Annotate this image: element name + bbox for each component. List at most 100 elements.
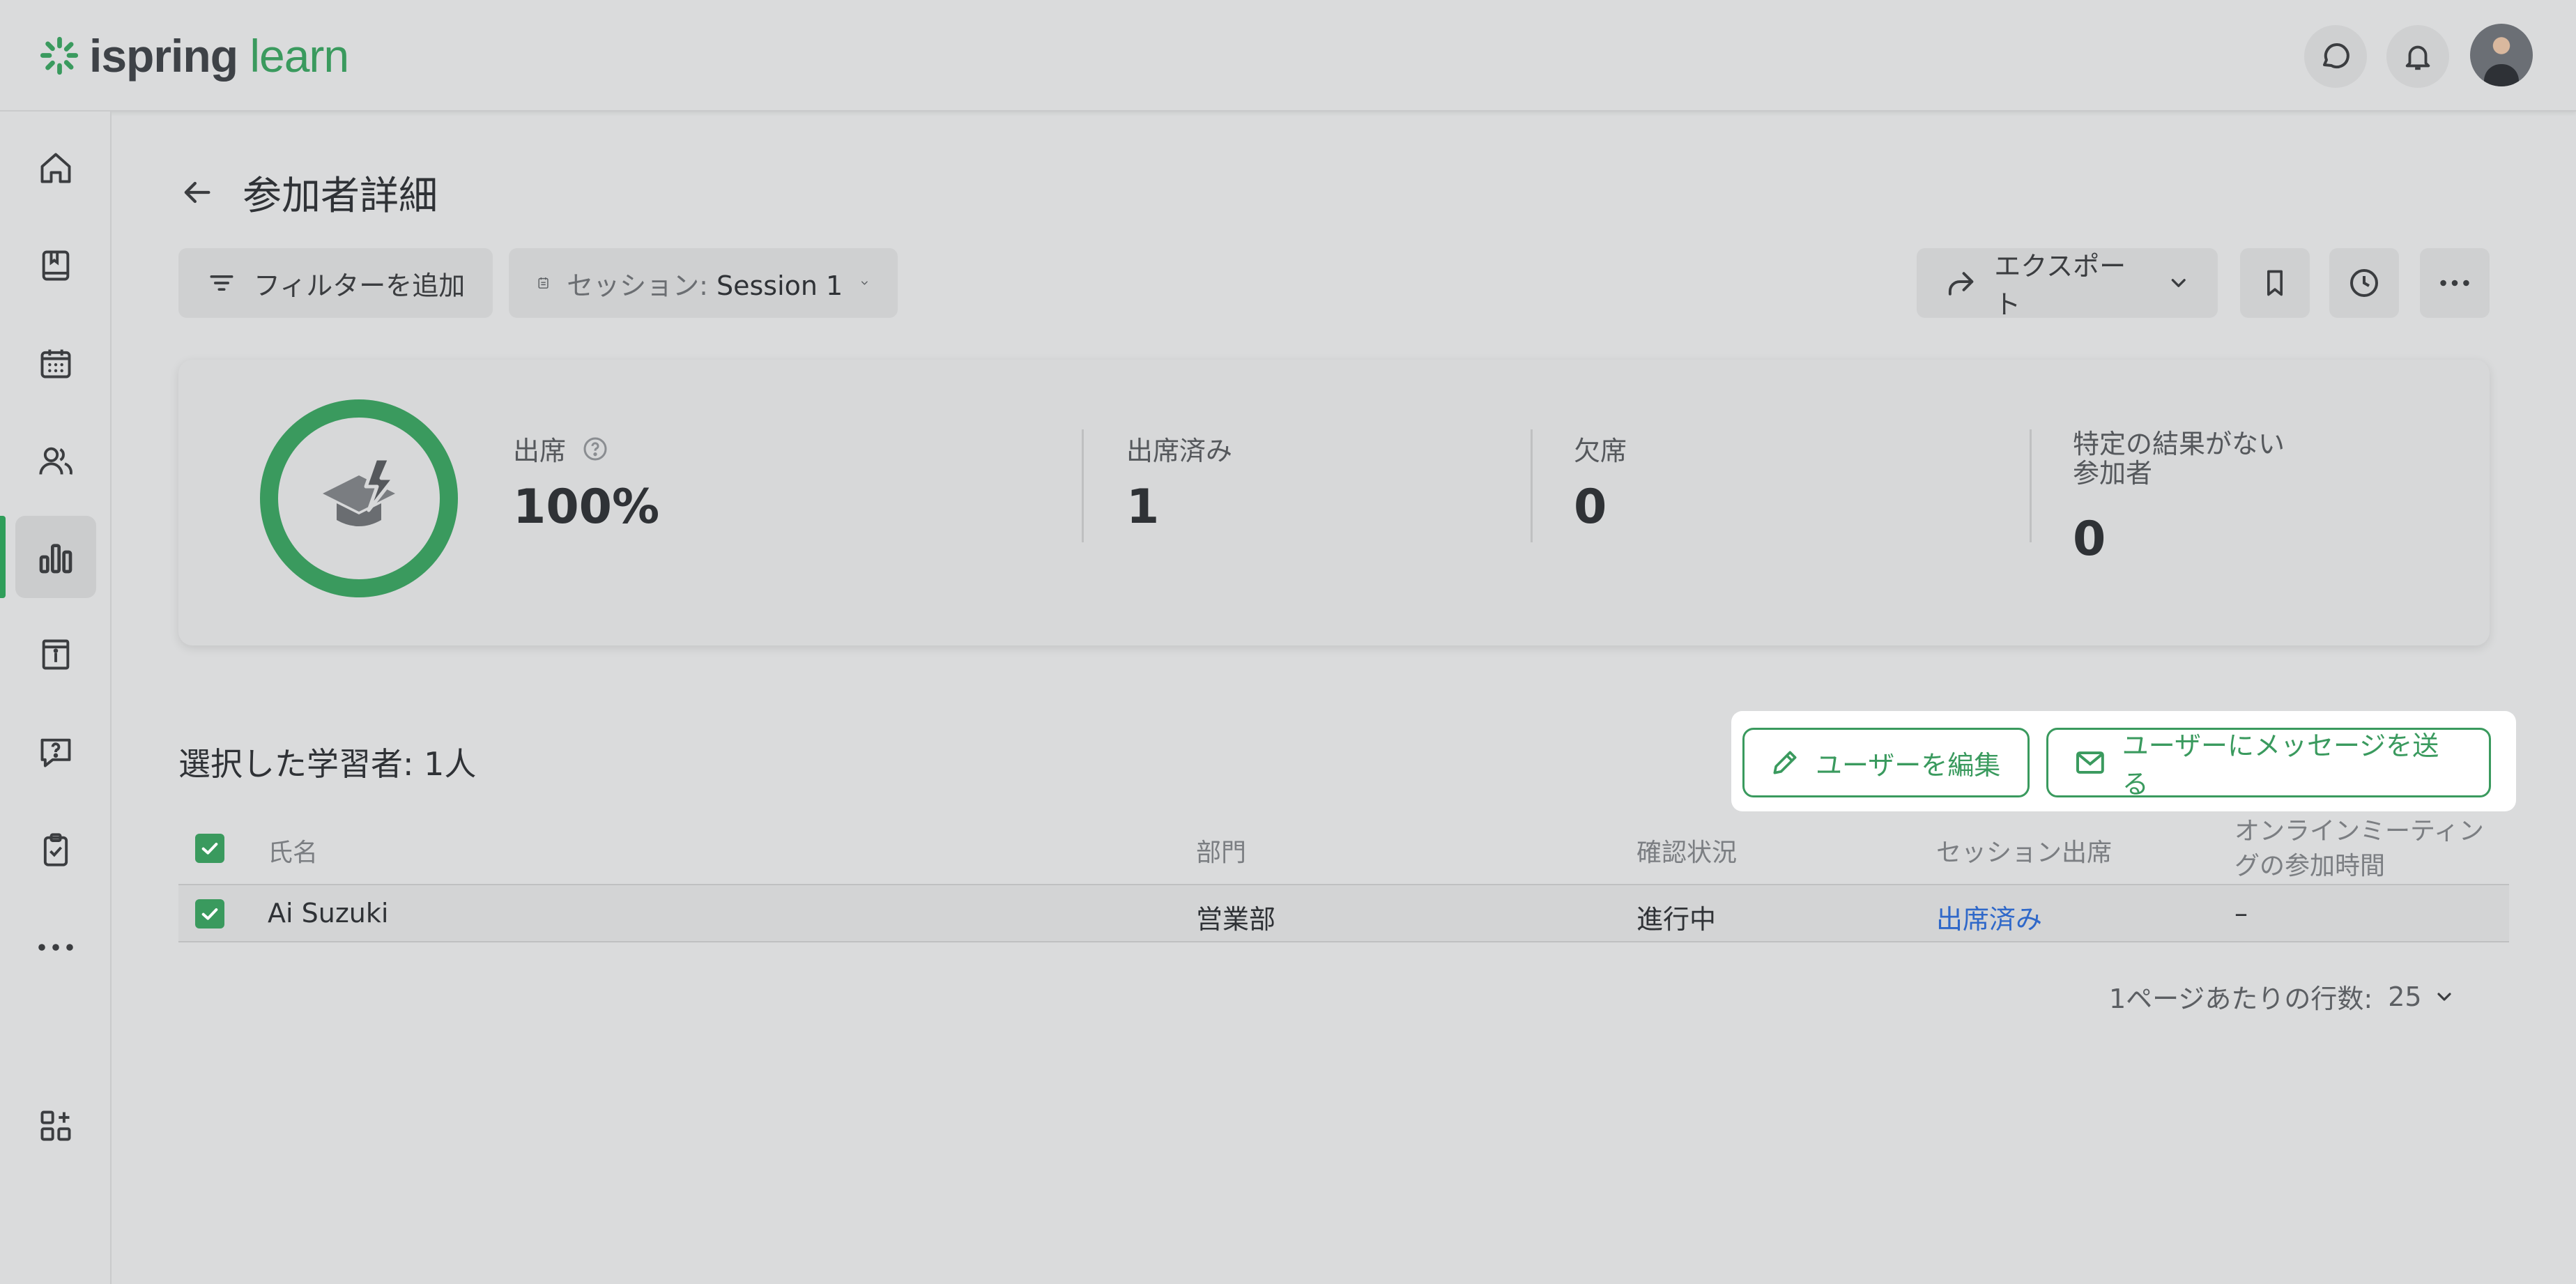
- notifications-button[interactable]: [2386, 25, 2449, 88]
- page-title-row: 参加者詳細: [178, 165, 438, 220]
- stats-divider: [1082, 429, 1084, 542]
- filter-icon: [210, 275, 233, 291]
- session-value: Session 1: [716, 270, 843, 301]
- sidebar: [0, 112, 112, 1284]
- cell-session-attendance-link[interactable]: 出席済み: [1936, 898, 2042, 936]
- logo-word-2: learn: [250, 30, 349, 82]
- check-icon: [201, 908, 218, 920]
- cell-confirmation: 進行中: [1636, 904, 1717, 935]
- table-header: 氏名 部門 確認状況 セッション出席 オンラインミーティン グの参加時間: [178, 814, 2509, 884]
- attendance-label-text: 出席: [513, 436, 567, 466]
- no-result-stat-value: 0: [2073, 512, 2106, 567]
- history-button[interactable]: [2329, 248, 2399, 318]
- session-select[interactable]: セッション: Session 1: [509, 248, 898, 318]
- no-result-label-line1: 特定の結果がない: [2073, 429, 2285, 459]
- export-label: エクスポート: [1994, 251, 2126, 320]
- pencil-icon: [1773, 751, 1797, 774]
- sidebar-active-indicator: [0, 516, 6, 598]
- sidebar-item-info[interactable]: [15, 613, 96, 696]
- online-time-header-line1: オンラインミーティン: [2234, 817, 2484, 846]
- session-prefix: セッション:: [567, 270, 716, 301]
- attendance-ring: [260, 399, 458, 597]
- bell-icon: [2405, 45, 2430, 70]
- sidebar-item-questions[interactable]: [15, 711, 96, 793]
- sidebar-item-tasks[interactable]: [15, 809, 96, 891]
- graduation-cap-icon: [323, 457, 396, 526]
- message-user-button[interactable]: ユーザーにメッセージを送る: [2046, 728, 2491, 800]
- sidebar-item-home[interactable]: [15, 127, 96, 209]
- add-filter-label: フィルターを追加: [254, 270, 466, 301]
- sidebar-item-users[interactable]: [15, 420, 96, 502]
- column-header-name[interactable]: 氏名: [268, 832, 318, 869]
- rows-per-page: 1ページあたりの行数: 25: [2109, 977, 2455, 1016]
- sidebar-item-library[interactable]: [15, 224, 96, 307]
- edit-user-label: ユーザーを編集: [1816, 749, 2001, 781]
- book-icon: [42, 250, 70, 281]
- stats-divider: [1531, 429, 1533, 542]
- column-header-department[interactable]: 部門: [1196, 832, 1246, 869]
- chevron-down-icon: [861, 281, 868, 285]
- mail-icon: [2076, 751, 2104, 774]
- clock-icon: [2350, 269, 2378, 297]
- back-arrow-icon[interactable]: [178, 174, 215, 211]
- bookmark-button[interactable]: [2240, 248, 2310, 318]
- absent-stat-value: 0: [1574, 480, 1607, 535]
- bookmark-icon: [2267, 270, 2283, 296]
- absent-stat-label: 欠席: [1574, 436, 1627, 466]
- clipboard-check-icon: [43, 833, 68, 866]
- calendar-icon: [40, 349, 71, 379]
- stats-divider: [2030, 429, 2032, 542]
- logo-word-1: ispring: [89, 30, 238, 82]
- row-checkbox[interactable]: [195, 899, 224, 928]
- add-grid-icon: [40, 1110, 71, 1141]
- chat-icon: [2323, 43, 2349, 68]
- rows-per-page-value: 25: [2388, 981, 2422, 1012]
- no-result-stat-label: 特定の結果がない 参加者: [2073, 429, 2285, 488]
- more-options-button[interactable]: [2420, 248, 2490, 318]
- column-header-session-attendance[interactable]: セッション出席: [1936, 832, 2112, 869]
- attendance-stat-value: 100%: [513, 480, 660, 535]
- logo-mark-icon: [40, 36, 79, 75]
- attended-stat-value: 1: [1126, 480, 1160, 535]
- home-icon: [40, 153, 71, 183]
- rows-per-page-select[interactable]: 25: [2388, 981, 2455, 1012]
- no-result-label-line2: 参加者: [2073, 458, 2153, 489]
- selected-learners-label: 選択した学習者: 1人: [178, 745, 477, 783]
- chevron-down-icon: [2171, 279, 2186, 287]
- help-circle-icon[interactable]: [581, 435, 609, 463]
- app-logo[interactable]: ispring learn: [39, 29, 349, 82]
- more-dots-icon: [2440, 280, 2469, 286]
- online-time-header-line2: グの参加時間: [2234, 852, 2386, 880]
- info-book-icon: [42, 639, 70, 670]
- message-user-label: ユーザーにメッセージを送る: [2122, 731, 2439, 800]
- calendar-list-icon: [538, 277, 549, 289]
- sidebar-item-more[interactable]: [15, 906, 96, 988]
- add-filter-button[interactable]: フィルターを追加: [178, 248, 493, 318]
- share-arrow-icon: [1948, 272, 1974, 296]
- export-button[interactable]: エクスポート: [1917, 248, 2218, 320]
- attended-stat-label: 出席済み: [1126, 436, 1233, 466]
- top-bar: ispring learn: [0, 0, 2576, 112]
- sidebar-item-reports[interactable]: [15, 516, 96, 598]
- rows-per-page-label: 1ページあたりの行数:: [2109, 984, 2373, 1014]
- cell-name[interactable]: Ai Suzuki: [268, 898, 388, 928]
- edit-user-button[interactable]: ユーザーを編集: [1742, 728, 2030, 797]
- table-row[interactable]: Ai Suzuki 営業部 進行中 出席済み –: [178, 884, 2509, 942]
- user-avatar[interactable]: [2470, 24, 2533, 86]
- sidebar-item-add-widget[interactable]: [15, 1085, 96, 1167]
- logo-text: ispring learn: [89, 29, 349, 82]
- select-all-checkbox[interactable]: [195, 834, 224, 863]
- cell-department: 営業部: [1196, 904, 1276, 935]
- question-icon: [40, 738, 71, 767]
- more-dots-icon: [38, 944, 73, 951]
- cell-online-time: –: [2234, 898, 2248, 928]
- check-icon: [201, 843, 218, 855]
- chat-button[interactable]: [2304, 25, 2367, 88]
- page-title: 参加者詳細: [243, 173, 438, 219]
- session-select-value: セッション: Session 1: [567, 264, 843, 303]
- users-icon: [39, 447, 72, 475]
- column-header-confirmation[interactable]: 確認状況: [1636, 832, 1737, 869]
- sidebar-item-calendar[interactable]: [15, 322, 96, 404]
- bar-chart-icon: [39, 544, 72, 574]
- column-header-online-time[interactable]: オンラインミーティン グの参加時間: [2234, 814, 2484, 884]
